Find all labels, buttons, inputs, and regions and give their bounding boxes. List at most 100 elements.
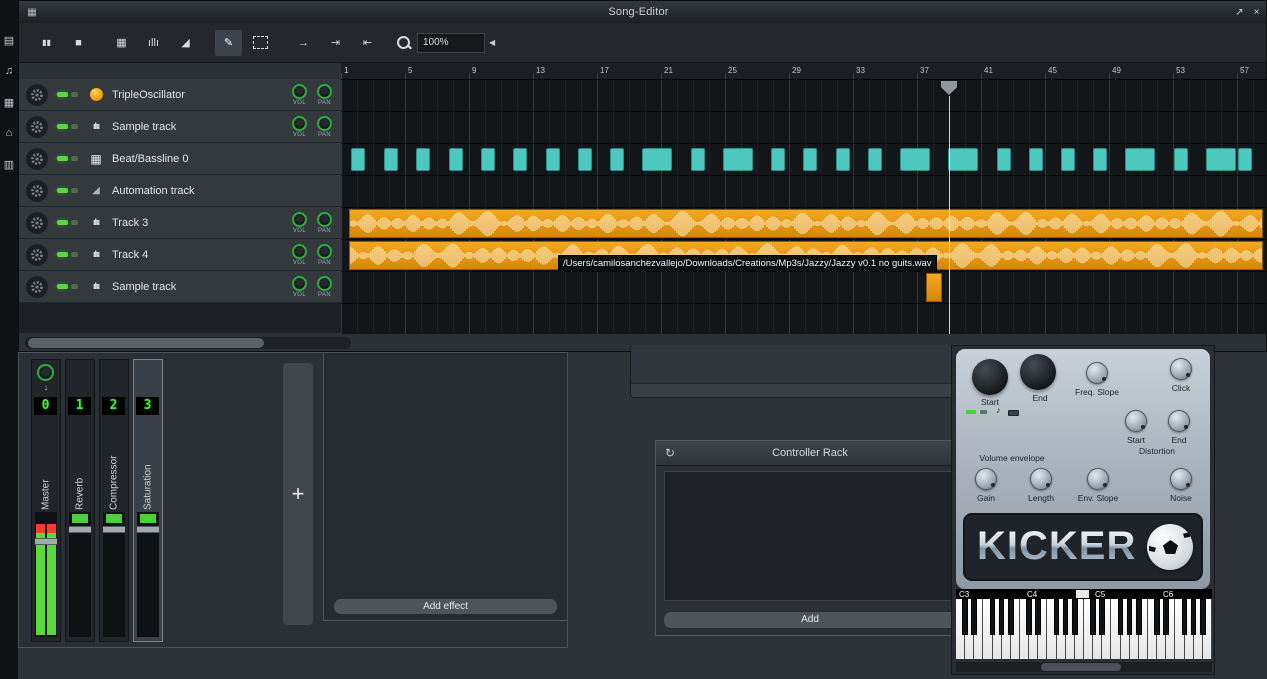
freq-slope-knob[interactable] <box>1086 362 1108 384</box>
volume-knob[interactable] <box>292 84 307 99</box>
black-key[interactable] <box>1154 599 1160 635</box>
start-distortion-knob[interactable] <box>1125 410 1147 432</box>
beat-pattern-block[interactable] <box>642 148 672 171</box>
beat-pattern-block[interactable] <box>1206 148 1236 171</box>
add-effect-button[interactable]: Add effect <box>334 599 557 614</box>
track-gear-button[interactable] <box>26 180 48 202</box>
add-automation-track-button[interactable]: ◢ <box>172 30 199 56</box>
scrollbar-handle[interactable] <box>28 338 264 348</box>
black-key[interactable] <box>990 599 996 635</box>
fader-handle[interactable] <box>103 526 125 533</box>
black-key[interactable] <box>1026 599 1032 635</box>
led-on-icon[interactable] <box>966 410 976 414</box>
end-distortion-knob[interactable] <box>1168 410 1190 432</box>
track-name[interactable]: Beat/Bassline 0 <box>112 153 341 165</box>
zoom-select[interactable]: 100% <box>417 33 485 53</box>
black-key[interactable] <box>1090 599 1096 635</box>
content-row[interactable] <box>341 208 1266 240</box>
samples-icon[interactable]: ▦ <box>1 92 17 112</box>
track-gear-button[interactable] <box>26 148 48 170</box>
black-key[interactable] <box>1163 599 1169 635</box>
led-off-icon[interactable] <box>980 410 987 414</box>
volume-knob[interactable] <box>292 276 307 291</box>
beat-pattern-block[interactable] <box>691 148 705 171</box>
pause-button[interactable]: ▮▮ <box>33 30 60 56</box>
solo-led-icon[interactable] <box>71 252 78 257</box>
keyboard-position-marker[interactable] <box>1076 590 1089 598</box>
beat-pattern-block[interactable] <box>1029 148 1043 171</box>
beat-pattern-block[interactable] <box>1174 148 1188 171</box>
zoom-arrow-icon[interactable]: ◀ <box>489 38 495 47</box>
black-key[interactable] <box>1182 599 1188 635</box>
noise-knob[interactable] <box>1170 468 1192 490</box>
pan-knob[interactable] <box>317 116 332 131</box>
mixer-channel-compressor[interactable]: 2Compressor <box>99 359 129 642</box>
track-name[interactable]: Track 4 <box>112 249 287 261</box>
beat-pattern-block[interactable] <box>578 148 592 171</box>
keyboard-scrollbar-handle[interactable] <box>1041 663 1121 671</box>
beat-pattern-block[interactable] <box>771 148 785 171</box>
solo-led-icon[interactable] <box>71 188 78 193</box>
add-channel-button[interactable]: + <box>283 363 313 625</box>
black-key[interactable] <box>999 599 1005 635</box>
computer-icon[interactable]: ▥ <box>1 154 17 174</box>
track-gear-button[interactable] <box>26 116 48 138</box>
pan-knob[interactable] <box>317 212 332 227</box>
controller-rack-titlebar[interactable]: ↻ Controller Rack <box>656 441 964 466</box>
mini-slider-icon[interactable] <box>1008 410 1019 416</box>
beat-pattern-block[interactable] <box>546 148 560 171</box>
draw-mode-button[interactable]: ✎ <box>215 30 242 56</box>
beat-pattern-block[interactable] <box>1061 148 1075 171</box>
channel-name-label[interactable]: Compressor <box>100 422 128 510</box>
mixer-channel-reverb[interactable]: 1Reverb <box>65 359 95 642</box>
track-name[interactable]: Track 3 <box>112 217 287 229</box>
channel-name-label[interactable]: Saturation <box>134 422 162 510</box>
click-knob[interactable] <box>1170 358 1192 380</box>
beat-pattern-block[interactable] <box>610 148 624 171</box>
black-key[interactable] <box>1200 599 1206 635</box>
track-gear-button[interactable] <box>26 84 48 106</box>
beat-pattern-block[interactable] <box>997 148 1011 171</box>
black-key[interactable] <box>1099 599 1105 635</box>
content-row[interactable] <box>341 144 1266 176</box>
beat-pattern-block[interactable] <box>723 148 753 171</box>
black-key[interactable] <box>1127 599 1133 635</box>
beat-pattern-block[interactable] <box>803 148 817 171</box>
content-row[interactable] <box>341 80 1266 112</box>
add-controller-button[interactable]: Add <box>664 612 956 628</box>
channel-name-label[interactable]: Master <box>32 422 60 510</box>
solo-led-icon[interactable] <box>71 92 78 97</box>
fader-handle[interactable] <box>35 538 57 545</box>
horizontal-scrollbar[interactable] <box>25 337 351 349</box>
beat-pattern-block[interactable] <box>384 148 398 171</box>
solo-led-icon[interactable] <box>71 124 78 129</box>
mute-led-icon[interactable] <box>57 124 68 129</box>
select-mode-button[interactable] <box>247 30 274 56</box>
black-key[interactable] <box>1191 599 1197 635</box>
mute-led-icon[interactable] <box>57 220 68 225</box>
mute-led-icon[interactable] <box>57 92 68 97</box>
mute-led-icon[interactable] <box>57 284 68 289</box>
beat-pattern-block[interactable] <box>1093 148 1107 171</box>
volume-knob[interactable] <box>292 212 307 227</box>
volume-knob[interactable] <box>292 116 307 131</box>
track-gear-button[interactable] <box>26 244 48 266</box>
track-name[interactable]: Automation track <box>112 185 341 197</box>
home-icon[interactable]: ⌂ <box>1 123 17 143</box>
pan-knob[interactable] <box>317 276 332 291</box>
close-icon[interactable]: × <box>1249 7 1264 18</box>
mixer-channel-saturation[interactable]: 3Saturation <box>133 359 163 642</box>
track-gear-button[interactable] <box>26 276 48 298</box>
mute-led-icon[interactable] <box>57 188 68 193</box>
beat-pattern-block[interactable] <box>836 148 850 171</box>
black-key[interactable] <box>1063 599 1069 635</box>
solo-led-icon[interactable] <box>71 284 78 289</box>
black-key[interactable] <box>1035 599 1041 635</box>
pan-knob[interactable] <box>317 244 332 259</box>
beat-pattern-block[interactable] <box>948 148 978 171</box>
master-volume-knob[interactable] <box>37 364 54 381</box>
end-freq-knob[interactable] <box>1020 354 1056 390</box>
goto-end-button[interactable]: ⇥ <box>322 30 349 56</box>
add-bb-track-button[interactable]: ▦ <box>108 30 135 56</box>
content-row[interactable] <box>341 112 1266 144</box>
